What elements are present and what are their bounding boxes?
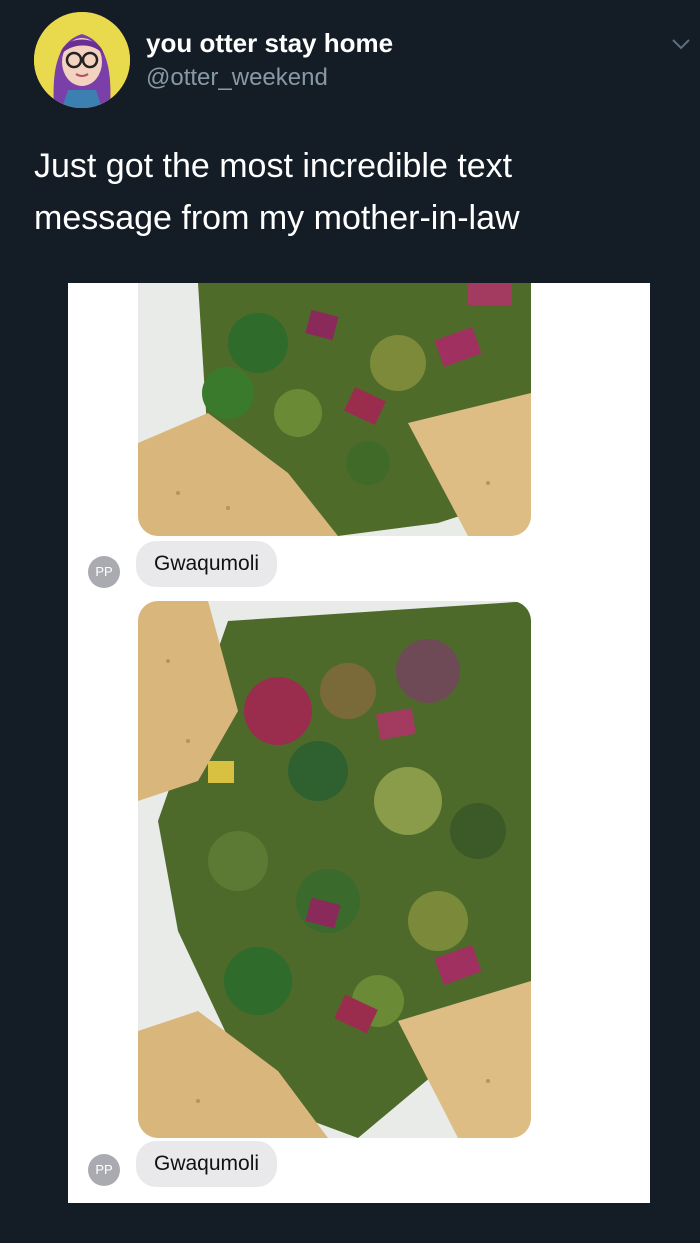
sender-avatar: PP	[88, 1154, 120, 1186]
sender-avatar: PP	[88, 556, 120, 588]
user-handle[interactable]: @otter_weekend	[146, 64, 328, 92]
guacamole-photo[interactable]	[138, 601, 531, 1138]
guacamole-photo[interactable]	[138, 283, 531, 536]
user-avatar[interactable]	[34, 12, 130, 108]
chevron-down-icon[interactable]	[670, 36, 692, 52]
tweet-header: you otter stay home @otter_weekend	[0, 0, 700, 120]
message-bubble[interactable]: Gwaqumoli	[136, 1141, 278, 1187]
display-name[interactable]: you otter stay home	[146, 28, 393, 59]
message-bubble[interactable]: Gwaqumoli	[136, 541, 278, 587]
message-screenshot: PP Gwaqumoli PP Gwaqumoli	[68, 283, 650, 1203]
tweet-text: Just got the most incredible text messag…	[34, 147, 520, 237]
